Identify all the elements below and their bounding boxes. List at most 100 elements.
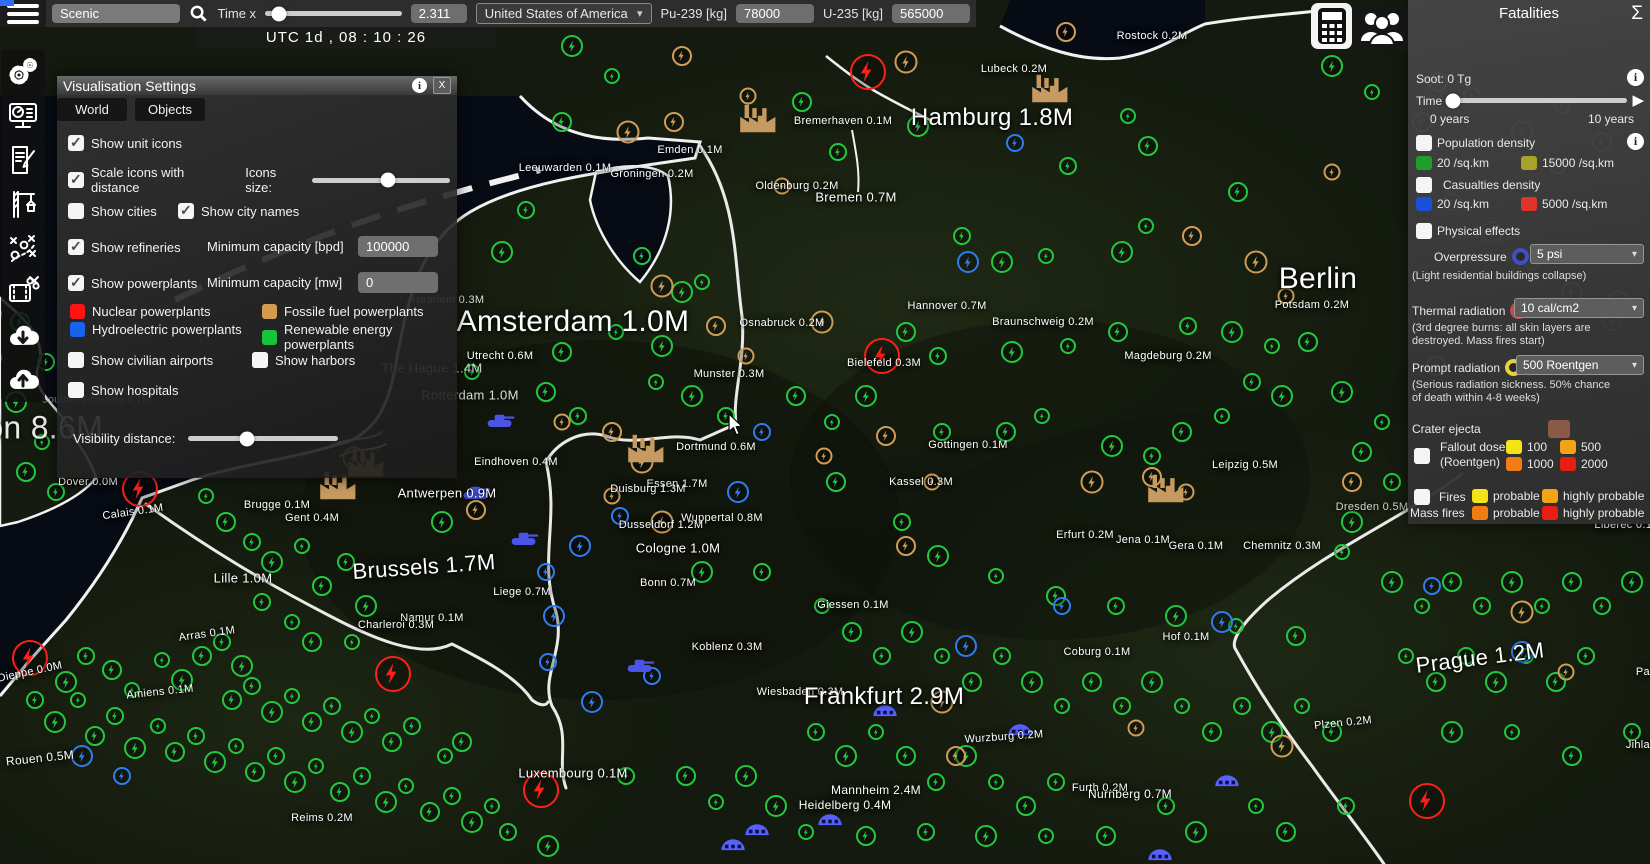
calculator-button[interactable] — [1311, 3, 1352, 49]
crater-ejecta-label: Crater ejecta — [1412, 422, 1481, 436]
physical-effects-checkbox[interactable] — [1416, 223, 1432, 239]
sidebar-item-strategy[interactable] — [1, 226, 45, 270]
prompt-select[interactable]: 500 Roentgen ▾ — [1516, 355, 1644, 375]
city-label: Brussels 1.7M — [352, 549, 497, 585]
population-density-label: Population density — [1437, 136, 1535, 150]
fatalities-time-slider-thumb[interactable] — [1445, 93, 1460, 108]
visibility-distance-slider[interactable] — [188, 436, 338, 441]
fallout-100-swatch — [1506, 440, 1522, 454]
visualisation-settings-header[interactable]: Visualisation Settings i X — [57, 76, 457, 95]
tab-world[interactable]: World — [57, 98, 127, 121]
fires-checkbox[interactable] — [1414, 489, 1430, 505]
play-icon[interactable]: ▶ — [1632, 93, 1644, 108]
city-label: Dortmund 0.6M — [676, 441, 756, 453]
fatalities-time-slider[interactable] — [1447, 98, 1627, 103]
fatalities-panel: Fatalities Σ Soot: 0 Tg i Time ▶ 0 years… — [1408, 0, 1650, 524]
show-harbors-checkbox[interactable] — [252, 352, 268, 368]
show-unit-icons-checkbox[interactable] — [68, 135, 84, 151]
fatalities-title: Fatalities — [1408, 5, 1650, 22]
sidebar-item-construction[interactable] — [1, 182, 45, 226]
chevron-down-icon: ▾ — [1626, 249, 1637, 260]
icons-size-slider[interactable] — [312, 178, 450, 183]
chevron-down-icon: ▾ — [1626, 303, 1637, 314]
scale-icons-checkbox[interactable] — [68, 172, 84, 188]
city-label: Giessen 0.1M — [817, 599, 888, 611]
city-label: Leeuwarden 0.1M — [519, 162, 612, 174]
cas-low-label: 20 /sq.km — [1437, 197, 1489, 211]
mass-fires-highly-label: highly probable — [1563, 506, 1644, 520]
time-multiplier-slider[interactable] — [265, 11, 402, 16]
country-select-value: United States of America — [485, 6, 628, 21]
tab-objects[interactable]: Objects — [135, 98, 205, 121]
thermal-note-2: destroyed. Mass fires start) — [1412, 335, 1545, 347]
city-label: Plzen 0.2M — [1314, 714, 1373, 732]
close-icon[interactable]: X — [433, 77, 451, 94]
hydro-legend-swatch — [70, 322, 85, 337]
city-label: Amiens 0.1M — [126, 683, 194, 702]
overpressure-label: Overpressure — [1434, 250, 1507, 264]
visibility-distance-slider-thumb[interactable] — [239, 431, 254, 446]
population-button[interactable] — [1355, 5, 1408, 52]
soot-info-icon[interactable]: i — [1627, 69, 1644, 86]
city-label: Brugge 0.1M — [244, 499, 310, 511]
u235-input[interactable] — [892, 4, 970, 23]
sidebar-item-statistics[interactable] — [1, 94, 45, 138]
cloud-upload-icon — [6, 363, 40, 397]
country-select[interactable]: United States of America ▾ — [476, 3, 652, 24]
min-capacity-mw-input[interactable] — [358, 272, 438, 293]
show-refineries-label: Show refineries — [91, 240, 181, 255]
fallout-dose-checkbox[interactable] — [1414, 448, 1430, 464]
city-label: Bremen 0.7M — [815, 190, 896, 205]
time-multiplier-value[interactable] — [411, 4, 467, 23]
pop-high-label: 15000 /sq.km — [1542, 156, 1614, 170]
cloud-download-icon — [6, 319, 40, 353]
sidebar-item-scenario-notes[interactable] — [1, 138, 45, 182]
physical-effects-label: Physical effects — [1437, 224, 1520, 238]
city-label: Leipzig 0.5M — [1212, 459, 1278, 471]
show-refineries-checkbox[interactable] — [68, 239, 84, 255]
thermal-note-1: (3rd degree burns: all skin layers are — [1412, 322, 1591, 334]
prompt-note-1: (Serious radiation sickness. 50% chance — [1412, 379, 1610, 391]
city-label: Bielefeld 0.3M — [847, 357, 921, 369]
fallout-500-swatch — [1560, 440, 1576, 454]
sidebar-item-settings[interactable] — [1, 50, 45, 94]
city-label: Hof 0.1M — [1162, 631, 1209, 643]
fires-label: Fires — [1439, 490, 1466, 504]
casualties-density-checkbox[interactable] — [1416, 177, 1432, 193]
city-label: Bonn 0.7M — [640, 577, 696, 589]
top-toolbar: Time x United States of America ▾ Pu-239… — [46, 0, 976, 27]
pu239-input[interactable] — [736, 4, 814, 23]
city-label: Amsterdam 1.0M — [457, 305, 690, 339]
casualties-density-label: Casualties density — [1443, 178, 1540, 192]
info-icon[interactable]: i — [412, 78, 427, 93]
icons-size-label: Icons size: — [245, 165, 305, 195]
scenario-name-input[interactable] — [52, 4, 180, 23]
min-capacity-bpd-input[interactable] — [358, 236, 438, 257]
icons-size-slider-thumb[interactable] — [380, 173, 395, 188]
population-density-checkbox[interactable] — [1416, 135, 1432, 151]
fallout-dose-label-1: Fallout dose — [1440, 440, 1505, 454]
sigma-icon[interactable]: Σ — [1631, 3, 1643, 25]
sidebar-item-media-editor[interactable] — [1, 270, 45, 314]
prompt-note-2: of death within 4-8 weeks) — [1412, 392, 1540, 404]
crater-ejecta-swatch — [1548, 420, 1570, 438]
show-city-names-checkbox[interactable] — [178, 203, 194, 219]
show-cities-checkbox[interactable] — [68, 203, 84, 219]
show-civilian-airports-checkbox[interactable] — [68, 352, 84, 368]
utc-clock: UTC 1d , 08 : 10 : 26 — [196, 27, 496, 48]
show-powerplants-checkbox[interactable] — [68, 275, 84, 291]
population-density-info-icon[interactable]: i — [1627, 133, 1644, 150]
thermal-radiation-label: Thermal radiation — [1412, 304, 1505, 318]
visibility-distance-label: Visibility distance: — [73, 431, 175, 446]
city-label: Munster 0.3M — [694, 368, 765, 380]
sidebar-item-download[interactable] — [1, 314, 45, 358]
overpressure-select[interactable]: 5 psi ▾ — [1530, 244, 1644, 264]
thermal-select[interactable]: 10 cal/cm2 ▾ — [1514, 298, 1644, 318]
show-hospitals-checkbox[interactable] — [68, 382, 84, 398]
mouse-cursor — [726, 414, 746, 436]
search-icon[interactable] — [189, 3, 209, 25]
sidebar-item-upload[interactable] — [1, 358, 45, 402]
chevron-down-icon: ▾ — [629, 7, 643, 20]
renewable-legend-label: Renewable energy powerplants — [284, 322, 457, 352]
time-multiplier-slider-thumb[interactable] — [271, 6, 286, 21]
